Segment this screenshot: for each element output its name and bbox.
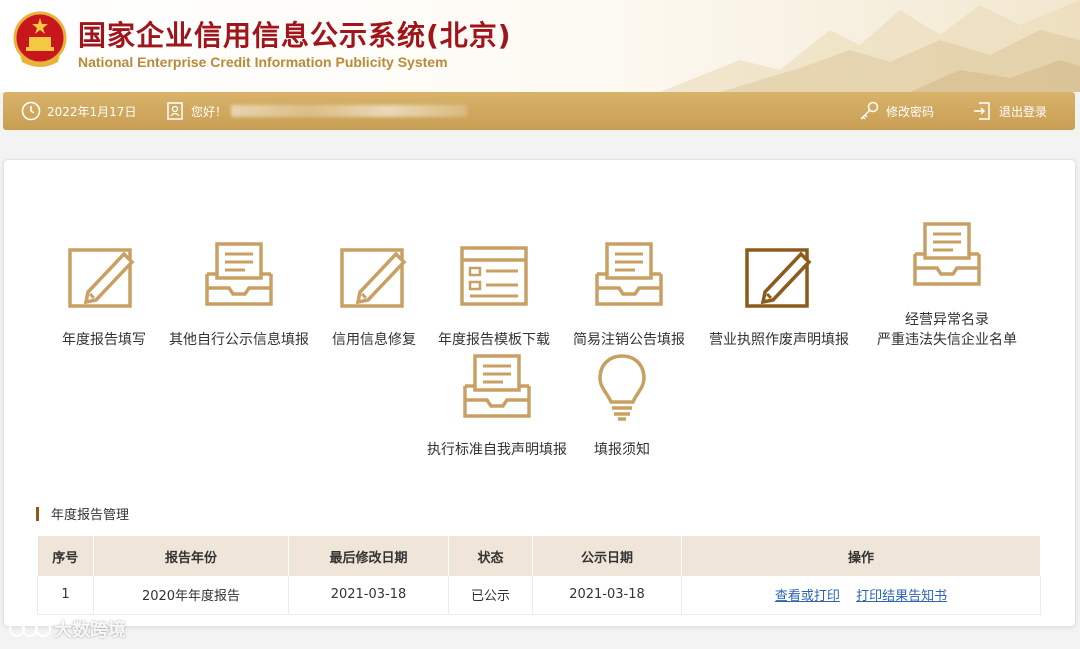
watermark-text: 大数跨境	[54, 620, 126, 641]
template-icon	[460, 246, 528, 306]
clock-icon	[21, 101, 41, 121]
national-emblem-icon	[13, 11, 67, 67]
inbox-icon	[913, 222, 981, 286]
section-bar	[36, 506, 39, 521]
cell-status: 已公示	[448, 576, 533, 615]
date-text: 2022年1月17日	[47, 104, 137, 119]
cell-actions: 查看或打印 打印结果告知书	[681, 576, 1041, 615]
logout-label[interactable]: 退出登录	[999, 103, 1047, 120]
view-print-link[interactable]: 查看或打印	[775, 589, 840, 604]
tile-filing-notice[interactable]: 填报须知	[522, 352, 722, 467]
col-header: 公示日期	[532, 536, 682, 576]
watermark: 大数跨境	[8, 616, 126, 642]
edit-icon	[745, 248, 812, 308]
table-row: 1 2020年年度报告 2021-03-18 已公示 2021-03-18 查看…	[37, 576, 1041, 615]
section-title-text: 年度报告管理	[51, 508, 130, 523]
mountain-illustration	[660, 0, 1080, 92]
logout-icon	[974, 102, 990, 120]
tile-label-line2: 严重违法失信企业名单	[877, 332, 1017, 348]
col-header: 报告年份	[93, 536, 289, 576]
tile-label: 经营异常名录	[905, 312, 989, 328]
tile-abnormal-list[interactable]: 经营异常名录 严重违法失信企业名单	[847, 220, 1047, 355]
date-display: 2022年1月17日	[21, 92, 136, 130]
col-header: 操作	[681, 536, 1041, 576]
change-password-label[interactable]: 修改密码	[886, 103, 934, 120]
table-header-row: 序号 报告年份 最后修改日期 状态 公示日期 操作	[37, 536, 1041, 576]
cell-published: 2021-03-18	[532, 576, 682, 615]
watermark-logo-icon	[9, 621, 51, 637]
col-header: 最后修改日期	[288, 536, 449, 576]
cell-year: 2020年年度报告	[93, 576, 289, 615]
cell-modified: 2021-03-18	[288, 576, 449, 615]
top-bar: 2022年1月17日 您好！ 修改密码 退出登录	[3, 92, 1075, 130]
change-password-link[interactable]: 修改密码	[858, 92, 934, 130]
edit-icon	[68, 248, 135, 308]
col-header: 序号	[37, 536, 94, 576]
lightbulb-icon	[598, 354, 646, 421]
user-card-icon	[167, 102, 183, 120]
inbox-icon	[595, 242, 663, 306]
user-greeting: 您好！	[165, 92, 468, 130]
col-header: 状态	[448, 536, 533, 576]
print-notice-link[interactable]: 打印结果告知书	[856, 589, 947, 604]
site-title-cn: 国家企业信用信息公示系统(北京)	[78, 19, 512, 52]
blurred-username	[231, 105, 468, 117]
inbox-icon	[205, 242, 273, 306]
greeting-text: 您好！	[191, 104, 228, 119]
annual-report-table: 序号 报告年份 最后修改日期 状态 公示日期 操作 1 2020年年度报告 20…	[37, 536, 1041, 615]
cell-no: 1	[37, 576, 94, 615]
site-title-en: National Enterprise Credit Information P…	[78, 54, 448, 70]
key-icon	[860, 101, 879, 120]
tile-label: 填报须知	[594, 442, 650, 458]
site-header: 国家企业信用信息公示系统(北京) National Enterprise Cre…	[0, 0, 1080, 92]
logout-link[interactable]: 退出登录	[971, 92, 1047, 130]
annual-report-section-title: 年度报告管理	[36, 504, 129, 523]
